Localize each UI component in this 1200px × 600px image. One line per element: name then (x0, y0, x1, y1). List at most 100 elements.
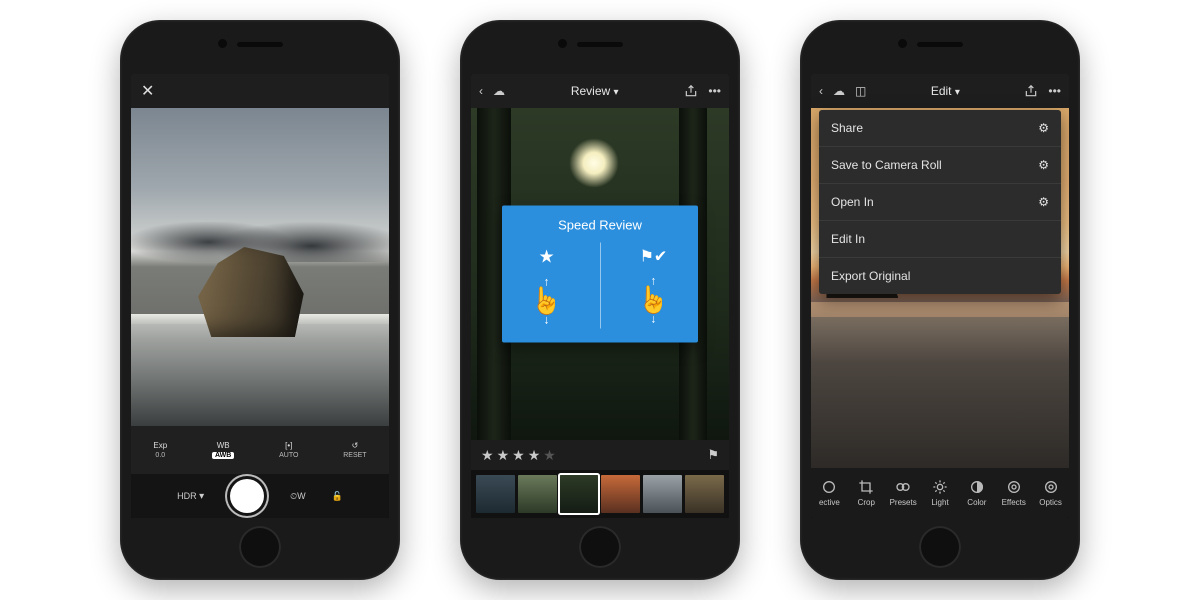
back-icon[interactable]: ‹ (819, 84, 823, 98)
share-menu: Share ⚙ Save to Camera Roll ⚙ Open In ⚙ … (819, 110, 1061, 294)
edit-topbar: ‹ ☁ ◫ Edit ▾ ••• (811, 74, 1069, 108)
menu-share[interactable]: Share ⚙ (819, 110, 1061, 147)
tool-label: Crop (858, 498, 875, 507)
tool-color[interactable]: Color (958, 468, 995, 518)
compare-icon[interactable]: ◫ (855, 84, 866, 98)
tool-label: Light (931, 498, 948, 507)
menu-label: Save to Camera Roll (831, 158, 942, 172)
lock-icon[interactable]: 🔓 (332, 491, 343, 502)
flag-icon[interactable]: ⚑ (707, 447, 719, 463)
thumb-6[interactable] (685, 475, 724, 513)
exposure-value: 0.0 (155, 452, 165, 459)
close-icon[interactable]: ✕ (141, 81, 154, 101)
exposure-label: Exp (153, 441, 167, 450)
screen-review: ‹ ☁ Review ▾ ••• Speed Review (471, 74, 729, 518)
thumb-4[interactable] (601, 475, 640, 513)
menu-label: Share (831, 121, 863, 135)
reset-label: RESET (343, 452, 366, 459)
tool-selective[interactable]: ective (811, 468, 848, 518)
star-4[interactable]: ★ (528, 447, 541, 464)
tool-effects[interactable]: Effects (995, 468, 1032, 518)
menu-open-in[interactable]: Open In ⚙ (819, 184, 1061, 221)
hand-icon: ☝ (530, 287, 562, 313)
screen-camera: ✕ Exp 0.0 WB AWB [•] A (131, 74, 389, 518)
chevron-down-icon: ▾ (199, 491, 204, 502)
menu-edit-in[interactable]: Edit In (819, 221, 1061, 258)
more-icon[interactable]: ••• (708, 84, 721, 98)
overlay-title: Speed Review (512, 218, 688, 233)
share-icon[interactable] (684, 84, 698, 98)
star-3[interactable]: ★ (512, 447, 525, 464)
tool-presets[interactable]: Presets (885, 468, 922, 518)
tool-optics[interactable]: Optics (1032, 468, 1069, 518)
tool-label: Presets (890, 498, 917, 507)
tool-crop[interactable]: Crop (848, 468, 885, 518)
menu-save-camera-roll[interactable]: Save to Camera Roll ⚙ (819, 147, 1061, 184)
flag-gesture-col: ⚑✔ ↑☝↓ (637, 247, 669, 325)
chevron-down-icon: ▾ (614, 87, 619, 98)
review-topbar: ‹ ☁ Review ▾ ••• (471, 74, 729, 108)
hand-icon: ☝ (637, 287, 669, 313)
edit-title[interactable]: Edit ▾ (876, 84, 1014, 98)
timer-toggle[interactable]: ⏲W (290, 491, 306, 502)
overlay-row: ★ ↑☝↓ ⚑✔ ↑☝↓ (512, 243, 688, 329)
menu-label: Export Original (831, 269, 910, 283)
share-icon[interactable] (1024, 84, 1038, 98)
star-1[interactable]: ★ (481, 447, 494, 464)
reset-control[interactable]: ↺ RESET (343, 441, 366, 459)
chevron-down-icon: ▾ (955, 87, 960, 98)
shutter-bar: HDR ▾ ⏲W 🔓 (131, 474, 389, 518)
tool-label: Optics (1039, 498, 1062, 507)
rating-bar: ★ ★ ★ ★ ★ ⚑ (471, 440, 729, 470)
hdr-mode[interactable]: HDR ▾ (177, 491, 204, 502)
tool-label: Color (967, 498, 986, 507)
swipe-arrows: ↑☝↓ (637, 275, 669, 325)
filmstrip[interactable] (471, 470, 729, 518)
overlay-divider (600, 243, 601, 329)
review-title[interactable]: Review ▾ (515, 84, 674, 98)
star-5[interactable]: ★ (543, 447, 556, 464)
star-icon: ★ (538, 246, 554, 267)
cloud-icon[interactable]: ☁ (493, 84, 505, 98)
viewfinder[interactable] (131, 108, 389, 426)
camera-tool-row: Exp 0.0 WB AWB [•] AUTO ↺ RESET (131, 426, 389, 474)
thumb-3[interactable] (560, 475, 599, 513)
thumb-2[interactable] (518, 475, 557, 513)
review-title-text: Review (571, 84, 610, 98)
shutter-button[interactable] (230, 479, 264, 513)
more-icon[interactable]: ••• (1048, 84, 1061, 98)
home-button[interactable] (919, 526, 961, 568)
thumb-5[interactable] (643, 475, 682, 513)
gear-icon[interactable]: ⚙ (1038, 121, 1049, 135)
home-button[interactable] (239, 526, 281, 568)
hdr-label: HDR (177, 491, 197, 501)
wb-chip: AWB (212, 452, 234, 459)
swipe-arrows: ↑☝↓ (530, 275, 562, 325)
showcase-stage: ✕ Exp 0.0 WB AWB [•] A (0, 0, 1200, 600)
flag-check-icon: ⚑✔ (640, 247, 668, 267)
focus-icon: [•] (285, 441, 292, 450)
focus-control[interactable]: [•] AUTO (279, 441, 298, 459)
back-icon[interactable]: ‹ (479, 84, 483, 98)
phone-camera: ✕ Exp 0.0 WB AWB [•] A (120, 20, 400, 580)
menu-label: Edit In (831, 232, 865, 246)
timer-suffix: W (297, 491, 306, 501)
thumb-1[interactable] (476, 475, 515, 513)
exposure-control[interactable]: Exp 0.0 (153, 441, 167, 459)
camera-topbar: ✕ (131, 74, 389, 108)
gear-icon[interactable]: ⚙ (1038, 195, 1049, 209)
tool-label: ective (819, 498, 840, 507)
beach (811, 317, 1069, 468)
star-2[interactable]: ★ (497, 447, 510, 464)
cloud-icon[interactable]: ☁ (833, 84, 845, 98)
wb-control[interactable]: WB AWB (212, 441, 234, 459)
speed-review-overlay: Speed Review ★ ↑☝↓ ⚑✔ ↑☝↓ (502, 206, 698, 343)
menu-label: Open In (831, 195, 874, 209)
review-photo[interactable]: Speed Review ★ ↑☝↓ ⚑✔ ↑☝↓ (471, 108, 729, 440)
menu-export-original[interactable]: Export Original (819, 258, 1061, 294)
focus-label: AUTO (279, 452, 298, 459)
screen-edit: ‹ ☁ ◫ Edit ▾ ••• (811, 74, 1069, 518)
gear-icon[interactable]: ⚙ (1038, 158, 1049, 172)
tool-light[interactable]: Light (922, 468, 959, 518)
home-button[interactable] (579, 526, 621, 568)
